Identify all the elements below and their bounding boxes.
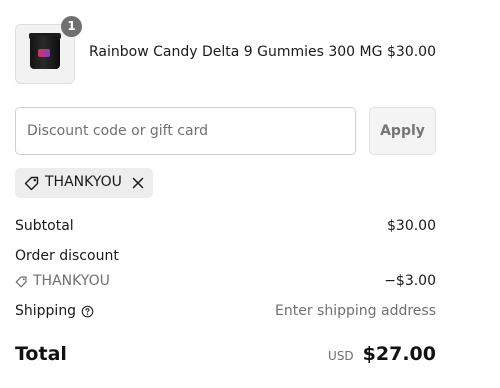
order-discount-label: Order discount <box>15 248 119 264</box>
quantity-badge: 1 <box>61 16 82 37</box>
order-discount-code: THANKYOU <box>15 273 110 289</box>
product-title: Rainbow Candy Delta 9 Gummies 300 MG <box>89 44 383 60</box>
tag-icon <box>24 175 40 195</box>
product-price: $30.00 <box>387 44 436 60</box>
applied-code-chip: THANKYOU <box>15 168 153 198</box>
apply-button[interactable]: Apply <box>369 107 436 155</box>
discount-amount: −$3.00 <box>384 273 436 289</box>
order-discount-code-label: THANKYOU <box>33 273 110 289</box>
shipping-row: Shipping <box>15 303 94 319</box>
total-amount-group: USD $27.00 <box>328 343 436 365</box>
question-circle-icon[interactable] <box>81 305 94 318</box>
remove-code-button[interactable] <box>130 175 146 191</box>
subtotal-value: $30.00 <box>387 218 436 234</box>
tag-icon <box>15 275 27 287</box>
shipping-label: Shipping <box>15 303 77 319</box>
currency-code: USD <box>328 349 354 363</box>
jar-label <box>38 49 50 57</box>
total-label: Total <box>15 343 67 365</box>
total-value: $27.00 <box>362 343 436 365</box>
applied-code-label: THANKYOU <box>45 174 122 190</box>
shipping-value: Enter shipping address <box>275 303 436 319</box>
discount-code-input[interactable] <box>15 107 356 155</box>
close-icon <box>132 177 144 189</box>
subtotal-label: Subtotal <box>15 218 74 234</box>
